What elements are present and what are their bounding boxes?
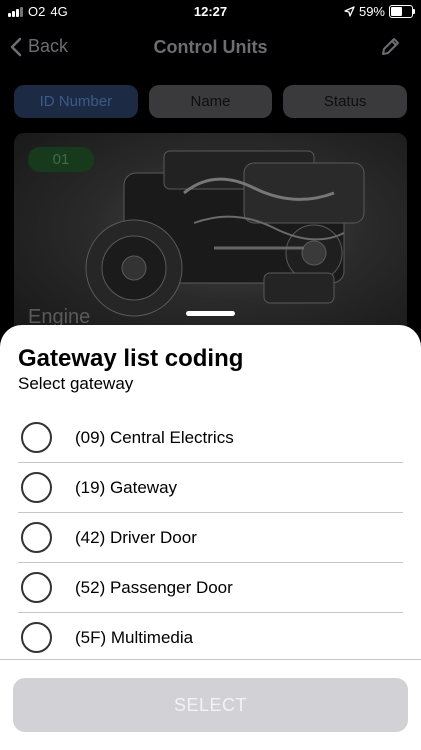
sheet-subtitle: Select gateway (18, 374, 134, 393)
option-label: (42) Driver Door (75, 527, 197, 547)
sheet-grabber[interactable] (186, 311, 235, 316)
radio-button[interactable] (21, 522, 52, 553)
radio-button[interactable] (21, 422, 52, 453)
option-label: (52) Passenger Door (75, 577, 233, 597)
select-button[interactable]: SELECT (13, 678, 408, 732)
option-label: (19) Gateway (75, 477, 178, 497)
segment-name[interactable]: Name (148, 85, 273, 118)
status-bar: O2 4G 12:27 59% (0, 0, 421, 24)
sort-segmented-control: ID Number Name Status (14, 85, 408, 118)
status-bar-right: 59% (344, 4, 415, 19)
option-label: (09) Central Electrics (75, 427, 234, 447)
segment-id-number[interactable]: ID Number (14, 85, 138, 118)
list-item[interactable]: (42) Driver Door (18, 513, 403, 563)
radio-button[interactable] (21, 472, 52, 503)
radio-button[interactable] (21, 622, 52, 653)
unit-id-badge: 01 (28, 147, 94, 172)
segment-status[interactable]: Status (283, 85, 408, 118)
pencil-icon (382, 38, 399, 55)
option-label: (5F) Multimedia (75, 627, 194, 647)
list-item[interactable]: (19) Gateway (18, 463, 403, 513)
list-item[interactable]: (52) Passenger Door (18, 563, 403, 613)
navigation-bar: Back Control Units (0, 24, 421, 72)
battery-percent: 59% (358, 4, 385, 19)
list-item[interactable]: (5F) Multimedia (18, 613, 403, 662)
location-arrow-icon (344, 6, 355, 17)
edit-button[interactable] (379, 36, 401, 63)
page-title: Control Units (153, 37, 268, 57)
sheet-title: Gateway list coding (18, 345, 244, 372)
footer-divider (0, 659, 421, 660)
radio-button[interactable] (21, 572, 52, 603)
battery-icon (389, 5, 415, 18)
list-item[interactable]: (09) Central Electrics (18, 413, 403, 463)
gateway-option-list: (09) Central Electrics (19) Gateway (42)… (18, 413, 403, 662)
